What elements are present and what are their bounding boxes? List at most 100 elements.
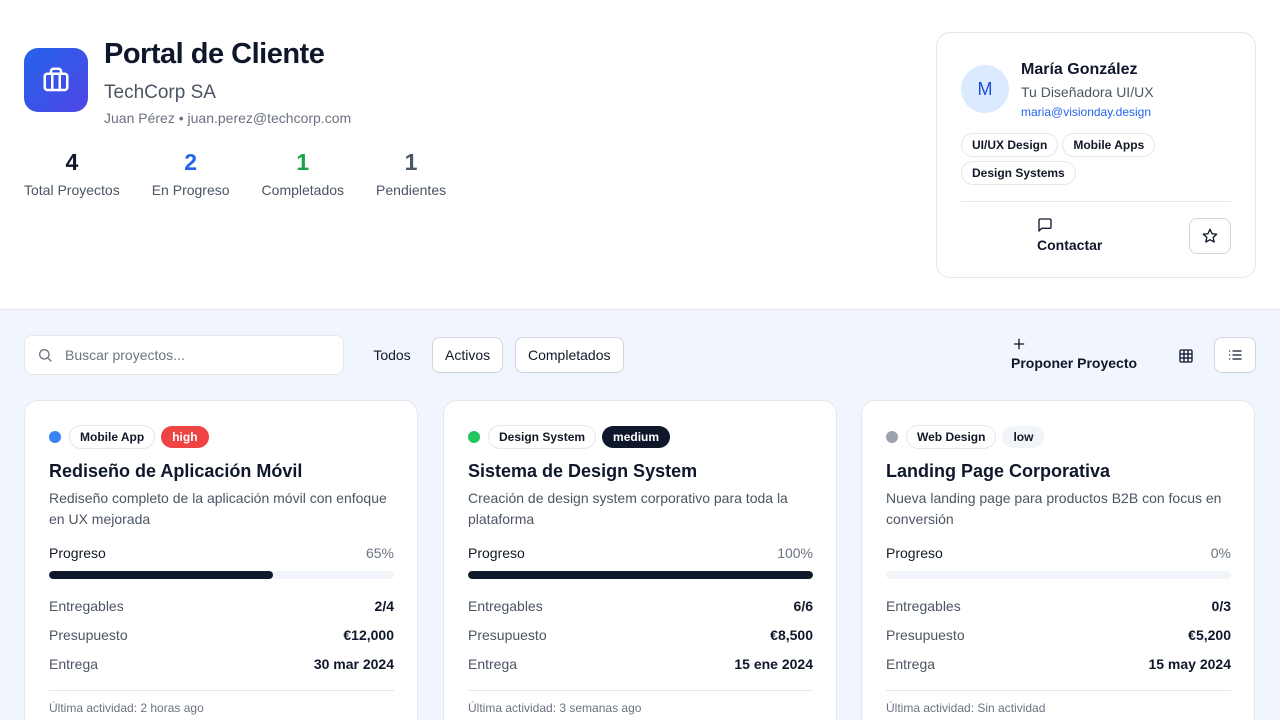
designer-avatar: M <box>961 65 1009 113</box>
priority-badge: low <box>1002 426 1045 448</box>
stat-label: Pendientes <box>376 182 447 198</box>
stat-in-progress: 2 En Progreso <box>152 148 230 198</box>
deliverables-label: Entregables <box>886 598 961 614</box>
project-card[interactable]: Web Design low Landing Page Corporativa … <box>861 400 1255 720</box>
delivery-row: Entrega 15 ene 2024 <box>468 656 813 672</box>
budget-value: €12,000 <box>343 627 394 643</box>
status-dot <box>886 431 898 443</box>
priority-badge: medium <box>602 426 671 448</box>
project-card[interactable]: Design System medium Sistema de Design S… <box>443 400 837 720</box>
propose-project-button[interactable]: Proponer Proyecto <box>1011 336 1137 371</box>
stat-value: 2 <box>184 149 198 175</box>
project-card[interactable]: Mobile App high Rediseño de Aplicación M… <box>24 400 418 720</box>
stat-completed: 1 Completados <box>262 148 345 198</box>
deliverables-row: Entregables 2/4 <box>49 598 394 614</box>
delivery-value: 15 ene 2024 <box>734 656 813 672</box>
budget-label: Presupuesto <box>49 627 128 643</box>
card-divider <box>886 690 1231 691</box>
deliverables-label: Entregables <box>468 598 543 614</box>
stat-label: Completados <box>261 182 345 198</box>
stat-value: 1 <box>404 149 418 175</box>
project-description: Creación de design system corporativo pa… <box>468 490 788 527</box>
progress-fill <box>49 571 274 579</box>
project-description: Rediseño completo de la aplicación móvil… <box>49 490 387 527</box>
contact-label: Contactar <box>1037 237 1103 253</box>
deliverables-label: Entregables <box>49 598 124 614</box>
progress-fill <box>468 571 813 579</box>
budget-row: Presupuesto €12,000 <box>49 627 394 643</box>
progress-row: Progreso 0% <box>886 545 1231 561</box>
card-divider <box>961 201 1231 202</box>
skill-tags: UI/UX Design Mobile Apps Design Systems <box>961 133 1221 185</box>
user-separator: • <box>178 110 184 126</box>
category-badge: Mobile App <box>69 425 156 449</box>
star-icon <box>1202 228 1218 243</box>
card-divider <box>49 690 394 691</box>
plus-icon <box>1013 338 1025 350</box>
project-description: Nueva landing page para productos B2B co… <box>886 490 1222 527</box>
designer-name: María González <box>1021 61 1138 78</box>
progress-label: Progreso <box>886 545 943 561</box>
user-email: juan.perez@techcorp.com <box>187 110 352 126</box>
budget-value: €5,200 <box>1188 627 1231 643</box>
delivery-value: 30 mar 2024 <box>313 656 394 672</box>
delivery-value: 15 may 2024 <box>1148 656 1231 672</box>
briefcase-logo <box>24 48 88 112</box>
filter-completed[interactable]: Completados <box>515 337 624 373</box>
card-tags: Web Design low <box>886 425 1045 449</box>
designer-email[interactable]: maria@visionday.design <box>1021 105 1151 119</box>
deliverables-value: 6/6 <box>793 598 813 614</box>
search-icon <box>39 349 52 362</box>
search-input[interactable] <box>65 347 325 363</box>
delivery-label: Entrega <box>468 656 518 672</box>
skill-tag: Design Systems <box>961 161 1076 185</box>
status-dot <box>468 431 480 443</box>
deliverables-row: Entregables 0/3 <box>886 598 1231 614</box>
contact-button[interactable]: Contactar <box>1037 217 1102 253</box>
stat-value: 4 <box>65 149 79 175</box>
delivery-row: Entrega 30 mar 2024 <box>49 656 394 672</box>
filter-active[interactable]: Activos <box>432 337 504 373</box>
user-name: Juan Pérez <box>104 110 175 126</box>
budget-row: Presupuesto €5,200 <box>886 627 1231 643</box>
list-view-button[interactable] <box>1214 337 1256 373</box>
stat-value: 1 <box>296 149 310 175</box>
skill-tag: UI/UX Design <box>961 133 1059 157</box>
deliverables-row: Entregables 6/6 <box>468 598 813 614</box>
propose-label: Proponer Proyecto <box>1011 355 1138 371</box>
project-title: Rediseño de Aplicación Móvil <box>49 461 303 481</box>
deliverables-value: 0/3 <box>1211 598 1231 614</box>
progress-label: Progreso <box>468 545 525 561</box>
budget-row: Presupuesto €8,500 <box>468 627 813 643</box>
grid-icon <box>1179 349 1193 363</box>
delivery-row: Entrega 15 may 2024 <box>886 656 1231 672</box>
user-info: Juan Pérez • juan.perez@techcorp.com <box>104 110 351 126</box>
card-divider <box>468 690 813 691</box>
stat-total: 4 Total Proyectos <box>24 148 120 198</box>
last-activity: Última actividad: 2 horas ago <box>49 701 204 715</box>
priority-badge: high <box>161 426 209 448</box>
progress-value: 100% <box>777 545 813 561</box>
filter-all[interactable]: Todos <box>362 337 422 373</box>
favorite-button[interactable] <box>1189 218 1231 254</box>
card-tags: Mobile App high <box>49 425 209 449</box>
category-badge: Design System <box>488 425 597 449</box>
progress-bar <box>49 571 394 579</box>
progress-value: 65% <box>365 545 394 561</box>
stat-label: Total Proyectos <box>24 182 120 198</box>
project-title: Landing Page Corporativa <box>886 461 1111 481</box>
category-badge: Web Design <box>906 425 997 449</box>
status-dot <box>49 431 61 443</box>
delivery-label: Entrega <box>49 656 99 672</box>
last-activity: Última actividad: 3 semanas ago <box>468 701 642 715</box>
message-icon <box>1038 218 1052 232</box>
designer-card: M María González Tu Diseñadora UI/UX mar… <box>936 32 1256 278</box>
progress-row: Progreso 65% <box>49 545 394 561</box>
search-box[interactable] <box>24 335 344 375</box>
stat-pending: 1 Pendientes <box>376 148 446 198</box>
deliverables-value: 2/4 <box>374 598 394 614</box>
projects-section: Todos Activos Completados Proponer Proye… <box>0 310 1280 720</box>
last-activity: Última actividad: Sin actividad <box>886 701 1046 715</box>
grid-view-button[interactable] <box>1172 345 1200 367</box>
progress-row: Progreso 100% <box>468 545 813 561</box>
